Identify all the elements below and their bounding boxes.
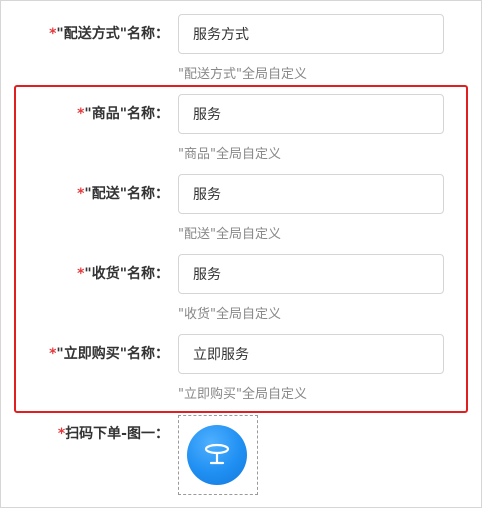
field-label: *"收货"名称： [77,254,169,294]
field-row-delivery-method: *"配送方式"名称： [0,14,482,54]
field-label: *"商品"名称： [77,94,169,134]
delivery-name-input[interactable] [178,174,444,214]
table-icon [187,425,247,485]
field-label: *"立即购买"名称： [49,334,169,374]
field-label: *"配送方式"名称： [49,14,169,54]
image-upload-box[interactable] [178,415,258,495]
buy-now-name-input[interactable] [178,334,444,374]
field-hint: "配送"全局自定义 [178,227,281,242]
field-label-text: "商品"名称： [84,106,169,122]
field-row-buy-now: *"立即购买"名称： [0,334,482,374]
table-icon-glyph [204,443,230,465]
field-hint: "立即购买"全局自定义 [178,387,307,402]
field-label: *扫码下单-图一： [58,414,169,454]
field-label: *"配送"名称： [77,174,169,214]
field-hint: "商品"全局自定义 [178,147,281,162]
field-hint: "配送方式"全局自定义 [178,67,307,82]
field-row-receive: *"收货"名称： [0,254,482,294]
field-row-delivery: *"配送"名称： [0,174,482,214]
field-hint: "收货"全局自定义 [178,307,281,322]
field-label-text: "配送"名称： [84,186,169,202]
receive-name-input[interactable] [178,254,444,294]
field-label-text: "配送方式"名称： [56,26,169,42]
field-label-text: 扫码下单-图一： [65,426,169,442]
field-label-text: "立即购买"名称： [56,346,169,362]
field-row-goods: *"商品"名称： [0,94,482,134]
goods-name-input[interactable] [178,94,444,134]
field-label-text: "收货"名称： [84,266,169,282]
delivery-method-name-input[interactable] [178,14,444,54]
